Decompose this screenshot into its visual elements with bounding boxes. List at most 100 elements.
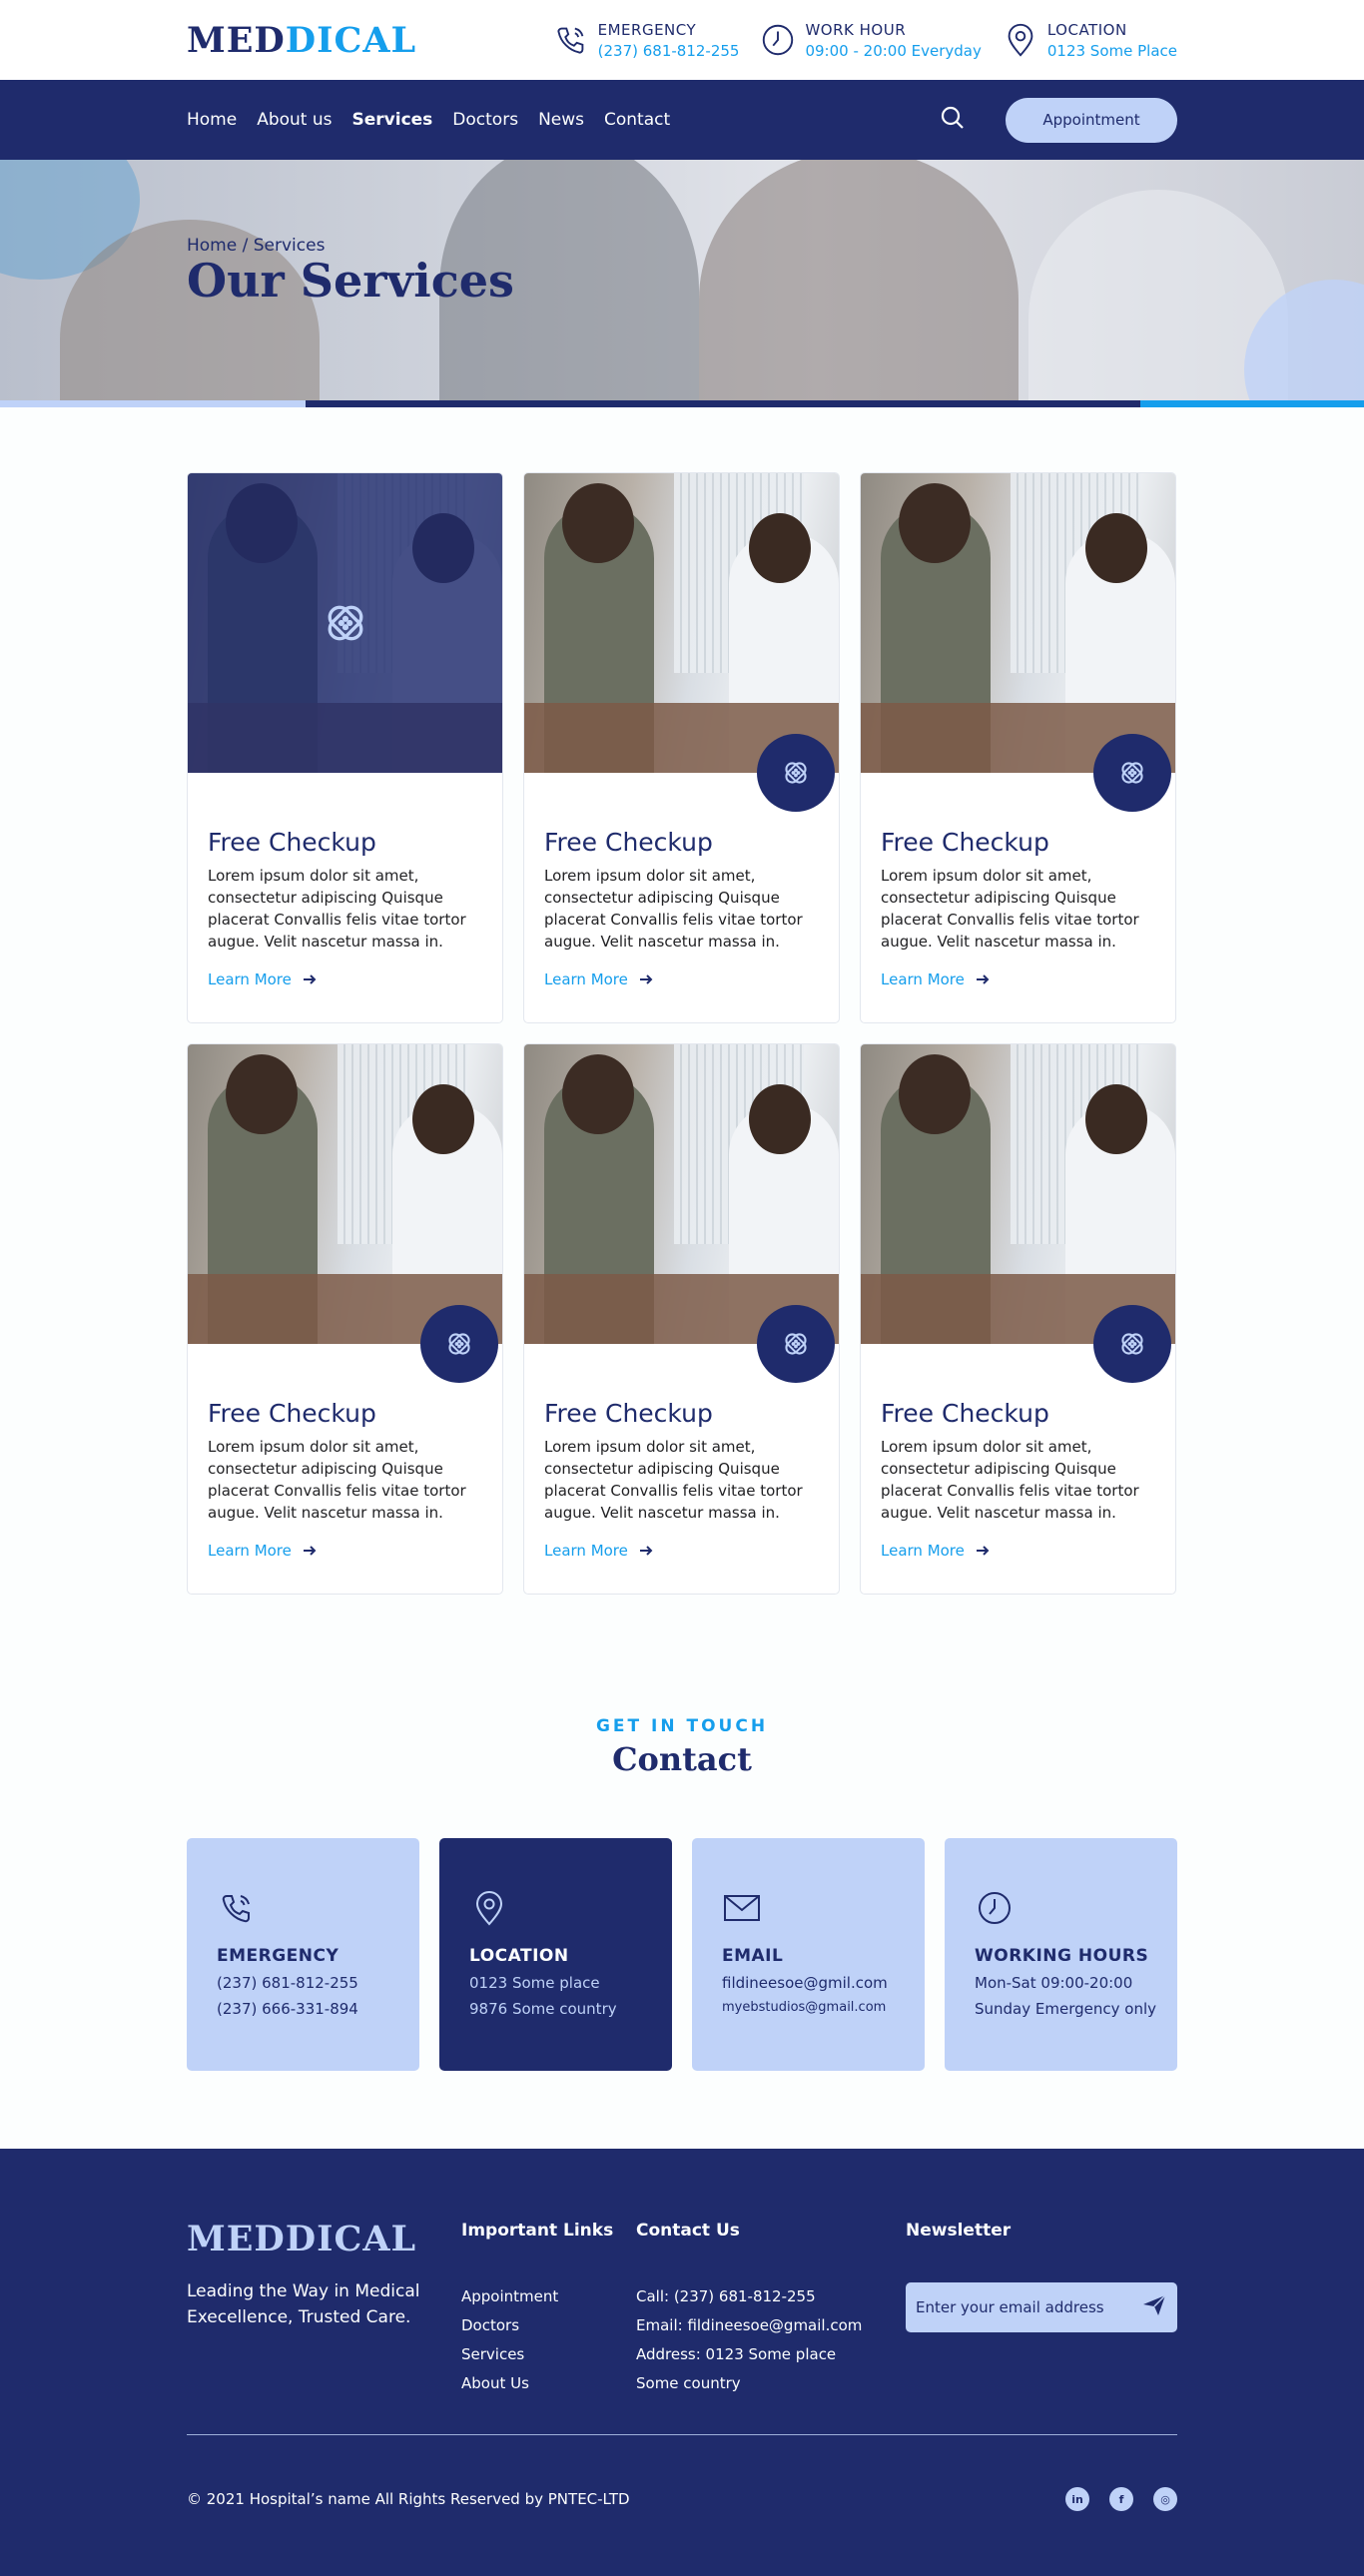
footer-link-services[interactable]: Services xyxy=(461,2340,613,2369)
location-title: LOCATION xyxy=(1046,20,1127,39)
site-footer: MEDDICAL Leading the Way in Medical Exec… xyxy=(0,2149,1364,2576)
facebook-icon[interactable]: f xyxy=(1109,2487,1133,2511)
top-header: MEDDICAL EMERGENCY (237) 681-812-255 WOR… xyxy=(0,0,1364,80)
service-card[interactable]: Free Checkup Lorem ipsum dolor sit amet, … xyxy=(187,1043,503,1595)
service-image xyxy=(524,473,839,773)
contact-card-hours: WORKING HOURS Mon-Sat 09:00-20:00 Sunday… xyxy=(945,1838,1177,2071)
contact-cards: EMERGENCY (237) 681-812-255 (237) 666-33… xyxy=(187,1838,1177,2071)
service-badge xyxy=(757,734,835,812)
service-body: Free Checkup Lorem ipsum dolor sit amet, … xyxy=(188,773,502,988)
service-description: Lorem ipsum dolor sit amet, consectetur … xyxy=(881,1438,1139,1522)
hero-bar-accent xyxy=(1140,400,1364,407)
nav-about[interactable]: About us xyxy=(257,110,332,130)
nav-contact[interactable]: Contact xyxy=(604,110,670,130)
contact-card-line[interactable]: fildineesoe@gmil.com xyxy=(722,1974,925,1992)
learn-more-label: Learn More xyxy=(208,970,292,988)
brand-logo-part2: DICAL xyxy=(285,19,417,61)
contact-card-line[interactable]: (237) 666-331-894 xyxy=(217,2000,419,2018)
nav-links: Home About us Services Doctors News Cont… xyxy=(187,110,670,130)
service-card[interactable]: Free Checkup Lorem ipsum dolor sit amet, … xyxy=(860,472,1176,1023)
contact-card-line: Sunday Emergency only xyxy=(975,2000,1156,2018)
contact-card-email: EMAIL fildineesoe@gmil.com myebstudios@g… xyxy=(692,1838,925,2071)
location-value: 0123 Some Place xyxy=(1046,41,1177,60)
phone-icon xyxy=(222,1895,250,1923)
hero-accent-bar xyxy=(0,400,1364,407)
service-description: Lorem ipsum dolor sit amet, consectetur … xyxy=(881,867,1139,951)
hero-content: Home / Services Our Services xyxy=(187,236,514,307)
contact-section: GET IN TOUCH Contact EMERGENCY (237) 681… xyxy=(0,1595,1364,2071)
nav-home[interactable]: Home xyxy=(187,110,237,130)
search-icon xyxy=(941,106,964,129)
newsletter-submit-button[interactable] xyxy=(1141,2292,1167,2322)
breadcrumb[interactable]: Home / Services xyxy=(187,236,514,256)
service-card[interactable]: Free Checkup Lorem ipsum dolor sit amet, … xyxy=(187,472,503,1023)
footer-link-doctors[interactable]: Doctors xyxy=(461,2311,613,2340)
footer-copyright: © 2021 Hospital’s name All Rights Reserv… xyxy=(187,2490,630,2508)
bandage-icon xyxy=(442,1327,476,1361)
appointment-button[interactable]: Appointment xyxy=(1006,97,1177,143)
page-hero: Home / Services Our Services xyxy=(0,160,1364,407)
bandage-icon xyxy=(1115,1327,1149,1361)
arrow-right-icon xyxy=(303,974,317,984)
hero-photo-figure xyxy=(699,160,1019,407)
bandage-icon xyxy=(1115,756,1149,790)
learn-more-link[interactable]: Learn More xyxy=(208,970,482,988)
learn-more-link[interactable]: Learn More xyxy=(208,1542,482,1560)
contact-card-line[interactable]: (237) 681-812-255 xyxy=(217,1974,419,1992)
service-card[interactable]: Free Checkup Lorem ipsum dolor sit amet, … xyxy=(523,472,840,1023)
learn-more-link[interactable]: Learn More xyxy=(881,1542,1155,1560)
services-grid: Free Checkup Lorem ipsum dolor sit amet, … xyxy=(187,472,1177,1595)
search-button[interactable] xyxy=(940,105,966,135)
footer-contact-column: Contact Us Call: (237) 681-812-255 Email… xyxy=(636,2221,862,2398)
learn-more-link[interactable]: Learn More xyxy=(881,970,1155,988)
services-section: Free Checkup Lorem ipsum dolor sit amet, … xyxy=(0,407,1364,1595)
hero-bar-light xyxy=(0,400,306,407)
location-icon xyxy=(475,1890,503,1926)
footer-link-about[interactable]: About Us xyxy=(461,2369,613,2398)
footer-link-appointment[interactable]: Appointment xyxy=(461,2282,613,2311)
service-description: Lorem ipsum dolor sit amet, consectetur … xyxy=(208,1438,466,1522)
newsletter-email-input[interactable] xyxy=(916,2298,1141,2316)
nav-doctors[interactable]: Doctors xyxy=(452,110,518,130)
send-icon xyxy=(1143,2294,1166,2315)
main-navigation: Home About us Services Doctors News Cont… xyxy=(0,80,1364,160)
service-card[interactable]: Free Checkup Lorem ipsum dolor sit amet, … xyxy=(523,1043,840,1595)
emergency-info: EMERGENCY (237) 681-812-255 xyxy=(552,21,740,60)
learn-more-label: Learn More xyxy=(881,1542,965,1560)
service-title: Free Checkup xyxy=(544,1399,713,1428)
contact-card-line[interactable]: myebstudios@gmail.com xyxy=(722,2000,925,2015)
contact-card-title: EMAIL xyxy=(722,1946,784,1966)
learn-more-link[interactable]: Learn More xyxy=(544,970,819,988)
arrow-right-icon xyxy=(976,1546,990,1556)
linkedin-icon[interactable]: in xyxy=(1065,2487,1089,2511)
footer-logo[interactable]: MEDDICAL xyxy=(187,2219,416,2259)
footer-links-column: Important Links Appointment Doctors Serv… xyxy=(461,2221,613,2398)
nav-news[interactable]: News xyxy=(538,110,584,130)
arrow-right-icon xyxy=(976,974,990,984)
service-card[interactable]: Free Checkup Lorem ipsum dolor sit amet, … xyxy=(860,1043,1176,1595)
service-description: Lorem ipsum dolor sit amet, consectetur … xyxy=(544,867,803,951)
emergency-phone[interactable]: (237) 681-812-255 xyxy=(598,42,740,60)
nav-services[interactable]: Services xyxy=(352,110,433,130)
bandage-icon xyxy=(779,756,813,790)
learn-more-link[interactable]: Learn More xyxy=(544,1542,819,1560)
learn-more-label: Learn More xyxy=(881,970,965,988)
arrow-right-icon xyxy=(639,1546,653,1556)
footer-tagline: Leading the Way in Medical Execellence, … xyxy=(187,2281,420,2327)
contact-card-location: LOCATION 0123 Some place 9876 Some count… xyxy=(439,1838,672,2071)
footer-newsletter-column: Newsletter xyxy=(906,2221,1177,2332)
service-title: Free Checkup xyxy=(208,828,376,857)
page-title: Our Services xyxy=(187,254,514,308)
contact-card-line: Mon-Sat 09:00-20:00 xyxy=(975,1974,1133,1992)
mail-icon xyxy=(724,1895,760,1921)
clock-icon xyxy=(979,1892,1011,1924)
instagram-icon[interactable]: ◎ xyxy=(1153,2487,1177,2511)
service-description: Lorem ipsum dolor sit amet, consectetur … xyxy=(208,867,466,951)
bandage-icon xyxy=(318,595,373,651)
brand-logo[interactable]: MEDDICAL xyxy=(187,20,416,61)
service-badge xyxy=(1093,1305,1171,1383)
footer-contact-country: Some country xyxy=(636,2374,741,2392)
service-title: Free Checkup xyxy=(881,1399,1049,1428)
footer-links-title: Important Links xyxy=(461,2221,614,2241)
service-title: Free Checkup xyxy=(208,1399,376,1428)
